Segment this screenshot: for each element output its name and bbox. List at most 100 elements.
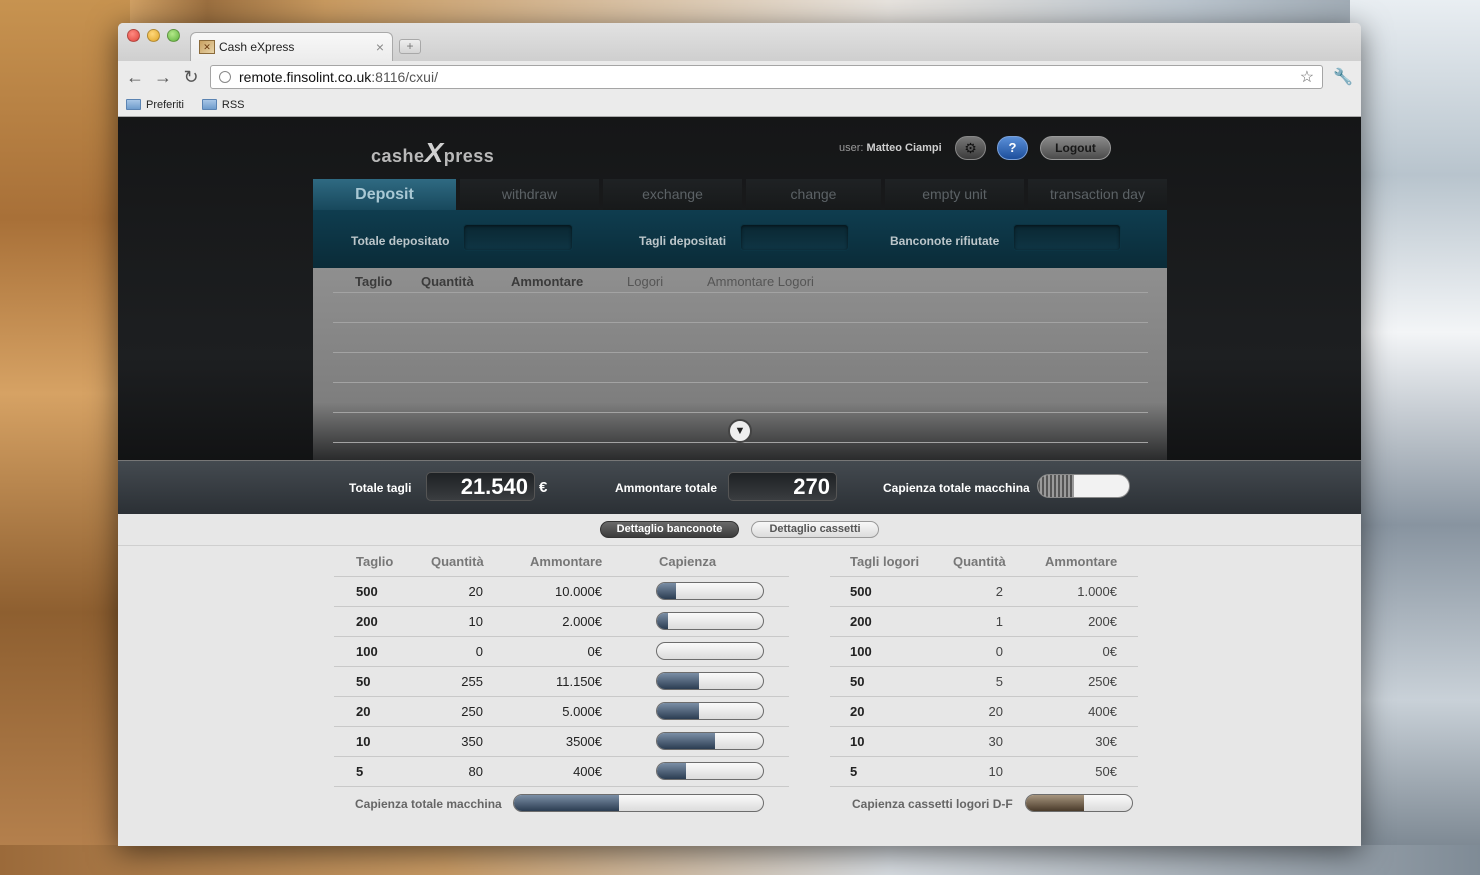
capienza-totale-macchina-label: Capienza totale macchina (355, 797, 502, 811)
logo-part: X (424, 137, 444, 168)
tab-deposit[interactable]: Deposit (313, 179, 456, 210)
expand-down-icon[interactable]: ▼ (728, 419, 752, 443)
bookmark-rss[interactable]: RSS (201, 99, 245, 111)
dettaglio-cassetti-button[interactable]: Dettaglio cassetti (751, 521, 879, 538)
summary-bar: Totale tagli 21.540 € Ammontare totale 2… (118, 460, 1361, 514)
address-bar[interactable]: remote.finsolint.co.uk:8116/cxui/ ☆ (210, 65, 1324, 89)
logout-button[interactable]: Logout (1040, 136, 1111, 160)
banconote-table: Taglio Quantità Ammontare Capienza 500 20… (334, 554, 789, 814)
cell-quantita: 5 (995, 674, 1003, 689)
capienza-bar (656, 702, 764, 720)
folder-icon (201, 99, 217, 110)
col-ammontare-logori: Ammontare Logori (707, 274, 814, 289)
cell-ammontare: 30€ (1095, 734, 1117, 749)
help-button[interactable]: ? (997, 136, 1028, 160)
totale-tagli-value: 21.540 (426, 472, 535, 501)
cell-taglio: 200 (356, 614, 378, 629)
cell-taglio: 50 (356, 674, 371, 689)
url-path: :8116/cxui/ (371, 69, 438, 85)
forward-icon[interactable]: → (154, 67, 172, 88)
detail-panel: Dettaglio banconote Dettaglio cassetti T… (118, 514, 1361, 846)
cell-ammontare: 2.000€ (562, 614, 602, 629)
bookmarks-bar: Preferiti RSS (118, 93, 1361, 117)
globe-icon (219, 71, 231, 83)
user-name: Matteo Ciampi (866, 142, 942, 154)
cell-taglio: 10 (850, 734, 865, 749)
cell-taglio: 100 (356, 644, 378, 659)
cell-quantita: 2 (995, 584, 1003, 599)
cell-ammontare: 3500€ (565, 734, 602, 749)
tab-exchange[interactable]: exchange (603, 179, 742, 210)
table-row: 5 80 400€ (334, 756, 789, 786)
cell-ammontare: 10.000€ (555, 584, 602, 599)
cell-ammontare: 0€ (587, 644, 602, 659)
reload-icon[interactable]: ↻ (182, 67, 200, 88)
cell-ammontare: 400€ (573, 764, 602, 779)
table-row: 10 30 30€ (830, 726, 1138, 756)
cell-ammontare: 0€ (1102, 644, 1117, 659)
cell-ammontare: 1.000€ (1077, 584, 1117, 599)
bookmark-preferiti[interactable]: Preferiti (126, 99, 184, 111)
tab-close-icon[interactable]: × (376, 39, 384, 55)
cell-ammontare: 50€ (1095, 764, 1117, 779)
cell-quantita: 1 (995, 614, 1003, 629)
cell-taglio: 500 (356, 584, 378, 599)
header-capienza: Capienza (659, 554, 717, 569)
gauge-fill (1038, 475, 1075, 497)
table-row (333, 292, 1148, 293)
col-taglio: Taglio (355, 274, 393, 289)
capienza-bar (656, 762, 764, 780)
table-row-end (830, 786, 1138, 787)
new-tab-button[interactable]: + (399, 39, 421, 54)
cell-quantita: 255 (461, 674, 483, 689)
cell-taglio: 500 (850, 584, 872, 599)
cell-quantita: 350 (461, 734, 483, 749)
tagli-depositati-label: Tagli depositati (639, 234, 727, 248)
table-row: 20 20 400€ (830, 696, 1138, 726)
bar-fill (657, 763, 686, 779)
cell-ammontare: 200€ (1088, 614, 1117, 629)
help-icon: ? (1008, 140, 1017, 155)
deposit-table: Taglio Quantità Ammontare Logori Ammonta… (313, 268, 1167, 460)
minimize-window-button[interactable] (147, 29, 160, 42)
capienza-bar (656, 732, 764, 750)
deposit-fields-bar: Totale depositato Tagli depositati Banco… (313, 210, 1167, 268)
app-header-area: casheXpress user: Matteo Ciampi ⚙ ? Logo… (118, 117, 1361, 460)
col-quantita: Quantità (421, 274, 474, 289)
totale-depositato-field[interactable] (463, 224, 573, 251)
browser-tab[interactable]: ✕ Cash eXpress × (190, 32, 393, 61)
user-info: user: Matteo Ciampi (839, 142, 942, 154)
tagli-depositati-field[interactable] (740, 224, 849, 251)
cell-quantita: 20 (468, 584, 483, 599)
banconote-rifiutate-field[interactable] (1013, 224, 1121, 251)
table-row: 50 5 250€ (830, 666, 1138, 696)
header-ammontare: Ammontare (530, 554, 603, 569)
ammontare-totale-value: 270 (728, 472, 837, 501)
tab-withdraw[interactable]: withdraw (460, 179, 599, 210)
table-row: 500 20 10.000€ (334, 576, 789, 606)
bar-fill (657, 673, 700, 689)
header-quantita: Quantità (431, 554, 484, 569)
cell-quantita: 0 (475, 644, 483, 659)
dettaglio-banconote-button[interactable]: Dettaglio banconote (600, 521, 739, 538)
settings-button[interactable]: ⚙ (955, 136, 986, 160)
wrench-icon[interactable]: 🔧 (1333, 67, 1353, 87)
tab-empty-unit[interactable]: empty unit (885, 179, 1024, 210)
table-row (333, 412, 1148, 413)
capienza-bar (656, 642, 764, 660)
bookmark-star-icon[interactable]: ☆ (1300, 67, 1314, 87)
cell-ammontare: 11.150€ (555, 674, 602, 689)
gear-icon: ⚙ (964, 140, 977, 156)
tab-transaction-day[interactable]: transaction day (1028, 179, 1167, 210)
back-icon[interactable]: ← (126, 67, 144, 88)
tab-change[interactable]: change (746, 179, 881, 210)
cell-ammontare: 250€ (1088, 674, 1117, 689)
capienza-cassetti-logori-label: Capienza cassetti logori D-F (852, 797, 1013, 811)
cell-taglio: 100 (850, 644, 872, 659)
favicon-icon: ✕ (199, 40, 215, 54)
browser-toolbar: ← → ↻ remote.finsolint.co.uk:8116/cxui/ … (118, 61, 1361, 93)
tab-strip: ✕ Cash eXpress × + (118, 23, 1361, 61)
maximize-window-button[interactable] (167, 29, 180, 42)
close-window-button[interactable] (127, 29, 140, 42)
capienza-cassetti-logori-bar (1025, 794, 1133, 812)
